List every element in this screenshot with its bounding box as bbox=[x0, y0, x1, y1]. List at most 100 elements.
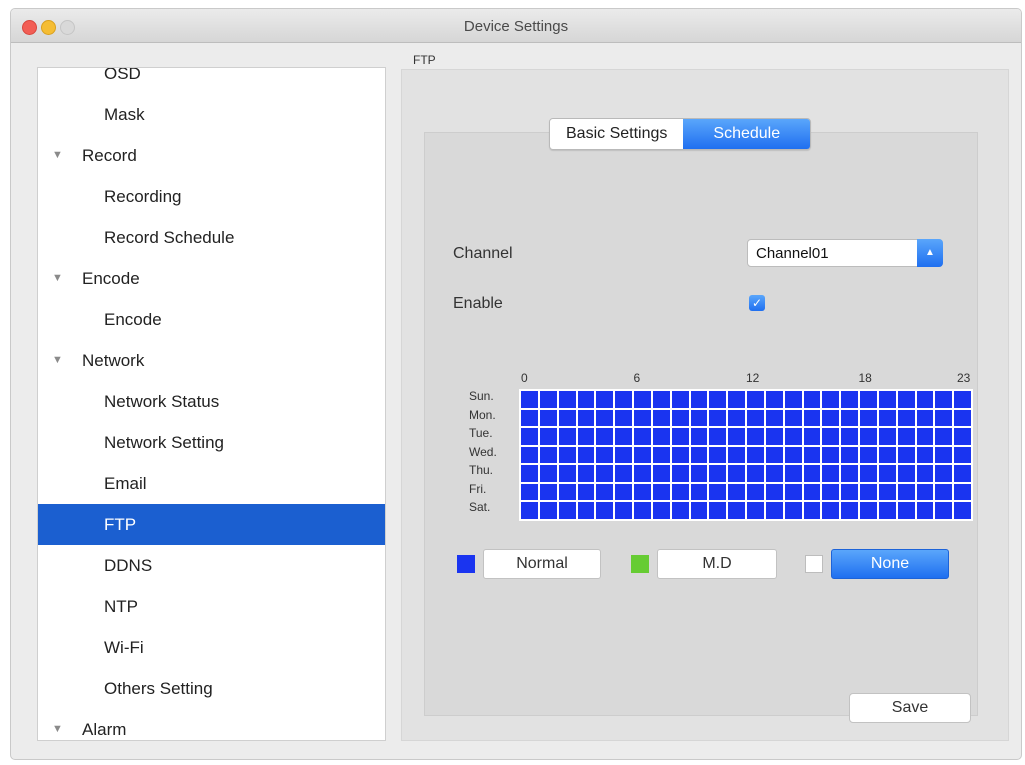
schedule-cell[interactable] bbox=[671, 446, 689, 464]
schedule-cell[interactable] bbox=[878, 483, 896, 501]
schedule-cell[interactable] bbox=[596, 428, 614, 445]
schedule-cell[interactable] bbox=[728, 446, 745, 464]
schedule-cell[interactable] bbox=[916, 428, 934, 445]
sidebar-item[interactable]: Network Status bbox=[38, 381, 385, 422]
schedule-cell[interactable] bbox=[634, 391, 651, 408]
schedule-cell[interactable] bbox=[577, 391, 595, 408]
sidebar-item[interactable]: Mask bbox=[38, 94, 385, 135]
tab-schedule[interactable]: Schedule bbox=[683, 119, 811, 149]
sidebar-item[interactable]: NTP bbox=[38, 586, 385, 627]
schedule-cell[interactable] bbox=[577, 465, 595, 482]
sidebar-item[interactable]: Network Setting bbox=[38, 422, 385, 463]
schedule-cell[interactable] bbox=[596, 465, 614, 482]
schedule-cell[interactable] bbox=[690, 409, 708, 427]
schedule-cell[interactable] bbox=[935, 483, 953, 501]
schedule-cell[interactable] bbox=[521, 502, 538, 519]
schedule-cell[interactable] bbox=[615, 483, 632, 501]
schedule-cell[interactable] bbox=[539, 483, 557, 501]
schedule-cell[interactable] bbox=[765, 428, 783, 445]
schedule-cell[interactable] bbox=[784, 465, 802, 482]
schedule-cell[interactable] bbox=[765, 391, 783, 408]
schedule-cell[interactable] bbox=[765, 409, 783, 427]
schedule-cell[interactable] bbox=[954, 409, 971, 427]
schedule-cell[interactable] bbox=[784, 391, 802, 408]
schedule-cell[interactable] bbox=[897, 502, 915, 519]
schedule-cell[interactable] bbox=[916, 446, 934, 464]
schedule-cell[interactable] bbox=[539, 428, 557, 445]
schedule-cell[interactable] bbox=[728, 483, 745, 501]
schedule-cell[interactable] bbox=[596, 502, 614, 519]
schedule-cell[interactable] bbox=[841, 428, 858, 445]
schedule-cell[interactable] bbox=[897, 409, 915, 427]
schedule-cell[interactable] bbox=[803, 409, 821, 427]
schedule-cell[interactable] bbox=[765, 483, 783, 501]
schedule-cell[interactable] bbox=[652, 428, 670, 445]
sidebar-item[interactable]: Email bbox=[38, 463, 385, 504]
schedule-cell[interactable] bbox=[954, 391, 971, 408]
schedule-cell[interactable] bbox=[709, 483, 727, 501]
sidebar-item[interactable]: OSD bbox=[38, 68, 385, 94]
disclosure-triangle-icon[interactable]: ▼ bbox=[52, 135, 63, 176]
schedule-cell[interactable] bbox=[878, 391, 896, 408]
sidebar-group[interactable]: ▼ Record bbox=[38, 135, 385, 176]
tab-basic-settings[interactable]: Basic Settings bbox=[550, 119, 684, 149]
schedule-cell[interactable] bbox=[690, 465, 708, 482]
schedule-cell[interactable] bbox=[615, 465, 632, 482]
schedule-cell[interactable] bbox=[634, 409, 651, 427]
schedule-cell[interactable] bbox=[935, 465, 953, 482]
schedule-cell[interactable] bbox=[539, 391, 557, 408]
schedule-cell[interactable] bbox=[803, 428, 821, 445]
schedule-cell[interactable] bbox=[728, 409, 745, 427]
schedule-cell[interactable] bbox=[841, 465, 858, 482]
schedule-cell[interactable] bbox=[558, 391, 576, 408]
schedule-cell[interactable] bbox=[747, 391, 764, 408]
schedule-cell[interactable] bbox=[860, 502, 877, 519]
schedule-cell[interactable] bbox=[841, 502, 858, 519]
schedule-cell[interactable] bbox=[841, 391, 858, 408]
schedule-cell[interactable] bbox=[878, 409, 896, 427]
schedule-cell[interactable] bbox=[709, 465, 727, 482]
schedule-cell[interactable] bbox=[577, 428, 595, 445]
schedule-cell[interactable] bbox=[935, 428, 953, 445]
schedule-cell[interactable] bbox=[577, 502, 595, 519]
sidebar-item[interactable]: Encode bbox=[38, 299, 385, 340]
schedule-cell[interactable] bbox=[916, 483, 934, 501]
schedule-cell[interactable] bbox=[954, 502, 971, 519]
schedule-cell[interactable] bbox=[803, 465, 821, 482]
schedule-cell[interactable] bbox=[577, 446, 595, 464]
schedule-cell[interactable] bbox=[634, 483, 651, 501]
none-button[interactable]: None bbox=[831, 549, 949, 579]
schedule-cell[interactable] bbox=[841, 483, 858, 501]
schedule-cell[interactable] bbox=[803, 502, 821, 519]
normal-button[interactable]: Normal bbox=[483, 549, 601, 579]
schedule-cell[interactable] bbox=[747, 483, 764, 501]
schedule-cell[interactable] bbox=[841, 446, 858, 464]
schedule-cell[interactable] bbox=[558, 502, 576, 519]
schedule-cell[interactable] bbox=[916, 391, 934, 408]
schedule-cell[interactable] bbox=[803, 446, 821, 464]
schedule-cell[interactable] bbox=[860, 483, 877, 501]
schedule-cell[interactable] bbox=[916, 502, 934, 519]
schedule-cell[interactable] bbox=[897, 483, 915, 501]
schedule-cell[interactable] bbox=[803, 391, 821, 408]
schedule-cell[interactable] bbox=[784, 483, 802, 501]
schedule-cell[interactable] bbox=[709, 391, 727, 408]
schedule-cell[interactable] bbox=[860, 391, 877, 408]
sidebar-item[interactable]: Record Schedule bbox=[38, 217, 385, 258]
schedule-cell[interactable] bbox=[596, 446, 614, 464]
schedule-cell[interactable] bbox=[728, 391, 745, 408]
schedule-cell[interactable] bbox=[765, 465, 783, 482]
schedule-cell[interactable] bbox=[521, 428, 538, 445]
save-button[interactable]: Save bbox=[849, 693, 971, 723]
sidebar-item[interactable]: Others Setting bbox=[38, 668, 385, 709]
schedule-cell[interactable] bbox=[521, 446, 538, 464]
schedule-cell[interactable] bbox=[878, 428, 896, 445]
schedule-cell[interactable] bbox=[954, 465, 971, 482]
schedule-cell[interactable] bbox=[784, 446, 802, 464]
schedule-cell[interactable] bbox=[634, 502, 651, 519]
schedule-cell[interactable] bbox=[765, 502, 783, 519]
schedule-cell[interactable] bbox=[709, 428, 727, 445]
schedule-cell[interactable] bbox=[784, 409, 802, 427]
sidebar-group[interactable]: ▼ Encode bbox=[38, 258, 385, 299]
sidebar-group[interactable]: ▼ Network bbox=[38, 340, 385, 381]
